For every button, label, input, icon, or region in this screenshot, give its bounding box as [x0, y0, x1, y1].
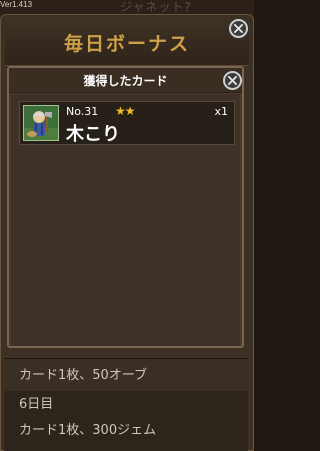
card-rarity-stars: ★★ [115, 104, 135, 118]
bonus-reward-row: カード1枚、300ジェム [19, 423, 157, 438]
panel-title-bar: 毎日ボーナス [5, 19, 249, 66]
bonus-reward-row: カード1枚、50オーブ [4, 358, 248, 391]
card-list-item[interactable]: No.31 ★★ x1 木こり [19, 101, 235, 145]
panel-title: 毎日ボーナス [63, 33, 190, 55]
close-panel-button[interactable] [229, 19, 248, 38]
version-label: Ver1.413 [0, 0, 33, 9]
close-icon [234, 24, 243, 33]
card-number: No.31 [66, 105, 99, 118]
behind-header-text: ジャネット? [120, 0, 192, 14]
obtained-card-dialog: 獲得したカード No.31 ★★ x1 木こり [7, 66, 244, 348]
bonus-list: カード1枚、50オーブ 6日目 カード1枚、300ジェム [4, 358, 248, 451]
card-count: x1 [214, 105, 228, 118]
dialog-header: 獲得したカード [9, 68, 242, 93]
close-dialog-button[interactable] [223, 71, 242, 90]
bonus-day-label: 6日目 [19, 397, 54, 412]
card-name: 木こり [66, 124, 120, 145]
lumberjack-portrait-icon [24, 106, 58, 140]
dialog-title: 獲得したカード [83, 74, 168, 88]
card-portrait [23, 105, 59, 141]
close-icon [228, 76, 237, 85]
